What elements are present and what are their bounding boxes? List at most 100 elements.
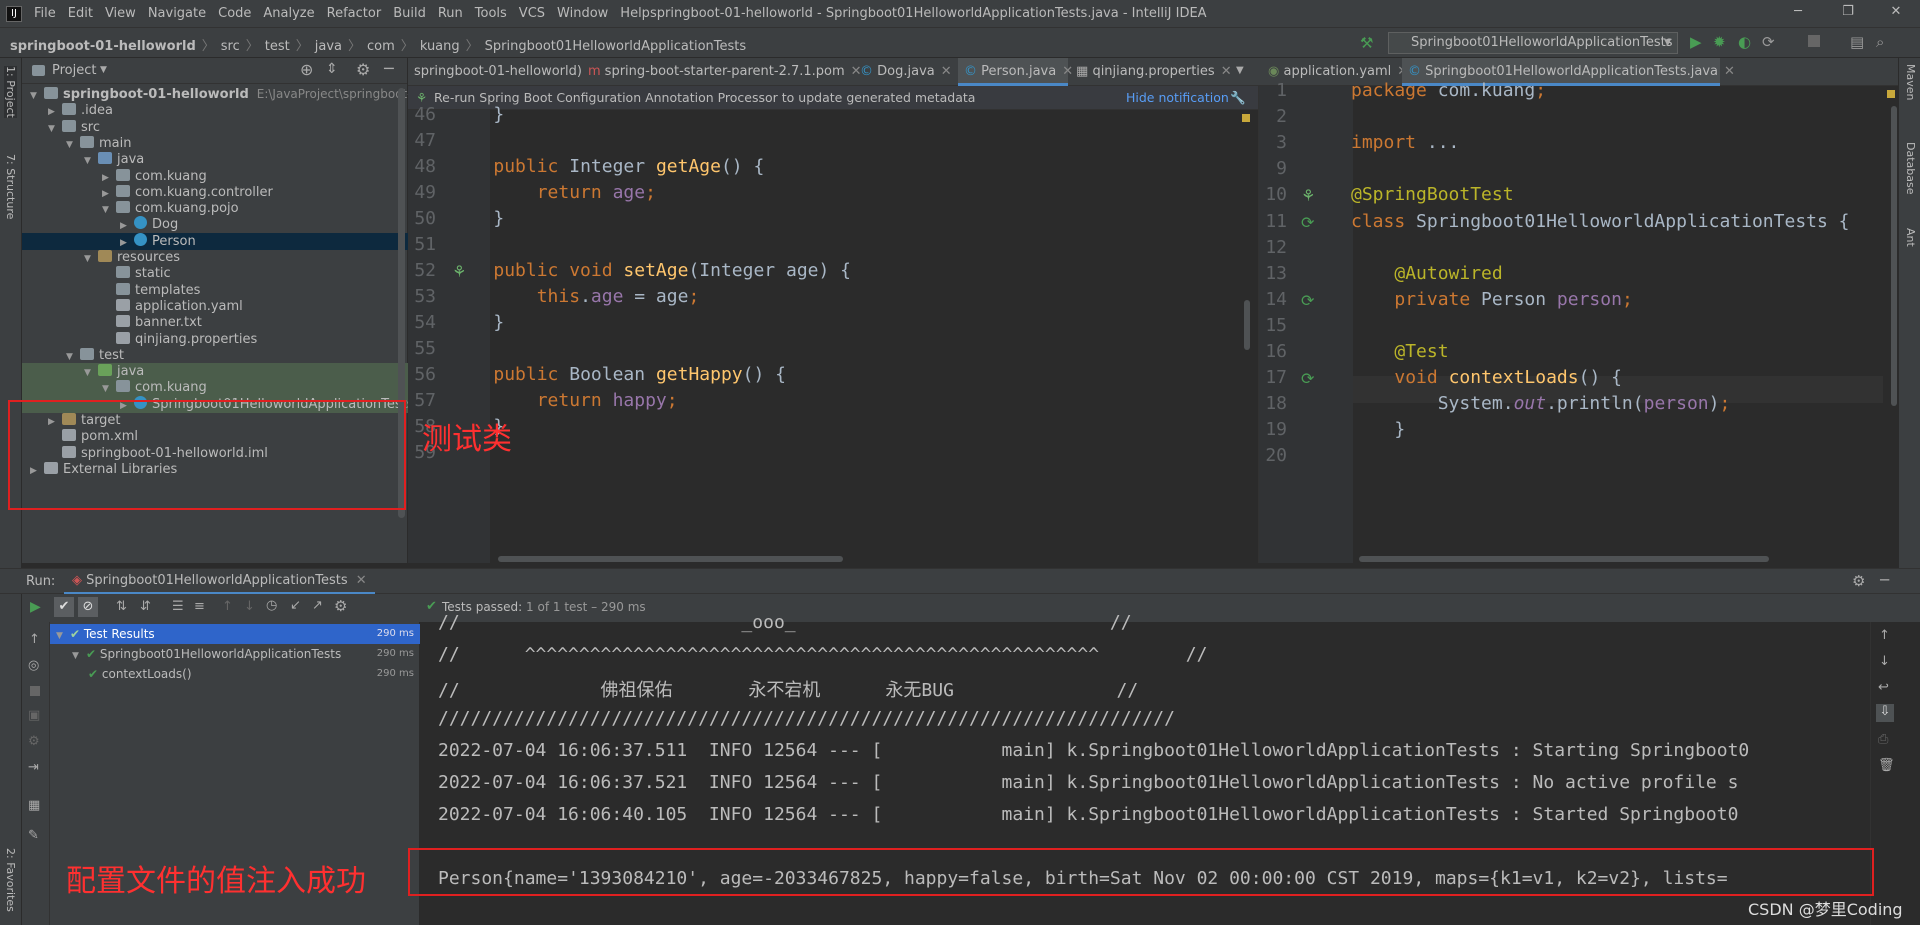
run-test-gutter-icon[interactable]: ⟳ bbox=[1301, 369, 1314, 388]
run-test-gutter-icon[interactable]: ⟳ bbox=[1301, 291, 1314, 310]
tab-dog[interactable]: © Dog.java ✕ bbox=[854, 58, 958, 86]
tab-helloworld[interactable]: springboot-01-helloworld) bbox=[408, 58, 582, 86]
tree-item[interactable]: ▼ src bbox=[22, 119, 408, 136]
tree-item[interactable]: ▼ com.kuang bbox=[22, 379, 408, 397]
tree-item[interactable]: ▶ Person bbox=[22, 232, 408, 250]
spring-bean-icon[interactable]: ⚘ bbox=[1301, 186, 1315, 205]
project-structure-icon[interactable]: ▤ bbox=[1850, 33, 1864, 51]
breadcrumb-item[interactable]: springboot-01-helloworld bbox=[10, 39, 196, 54]
close-window-button[interactable]: ✕ bbox=[1886, 4, 1906, 24]
tree-item[interactable]: ▼ test bbox=[22, 347, 408, 364]
menu-refactor[interactable]: Refactor bbox=[327, 6, 382, 21]
hide-panel-icon[interactable]: ─ bbox=[1880, 571, 1889, 589]
chevron-down-icon[interactable]: ▼ bbox=[1236, 65, 1244, 76]
tree-item[interactable]: ▼ com.kuang.pojo bbox=[22, 200, 408, 217]
search-everywhere-icon[interactable]: ⌕ bbox=[1876, 33, 1884, 51]
horizontal-scrollbar[interactable] bbox=[498, 556, 843, 562]
code-line[interactable]: public void setAge(Integer age) { bbox=[450, 260, 851, 281]
chevron-down-icon[interactable]: ▼ bbox=[56, 626, 70, 646]
project-view-select[interactable]: Project bbox=[52, 63, 96, 78]
sort-alpha-icon[interactable]: ⇅ bbox=[116, 599, 127, 614]
scroll-up-icon[interactable]: ↑ bbox=[1879, 628, 1890, 643]
close-icon[interactable]: ✕ bbox=[356, 573, 367, 588]
menu-edit[interactable]: Edit bbox=[68, 6, 93, 21]
scrollbar[interactable] bbox=[1891, 106, 1897, 406]
gear-icon[interactable]: ⚙ bbox=[334, 597, 347, 615]
structure-tool-button[interactable]: 7: Structure bbox=[4, 154, 17, 219]
breadcrumb-item[interactable]: java bbox=[315, 39, 342, 54]
camera-icon[interactable]: ▣ bbox=[28, 708, 40, 723]
code-line[interactable]: } bbox=[450, 104, 504, 125]
project-tool-button[interactable]: 1: Project bbox=[4, 66, 17, 118]
code-line[interactable]: public Integer getAge() { bbox=[450, 156, 764, 177]
tree-item[interactable]: ▼ java bbox=[22, 151, 408, 168]
breadcrumb-item[interactable]: com bbox=[367, 39, 395, 54]
collapse-all-icon[interactable]: ⇕ bbox=[326, 61, 338, 77]
tree-item[interactable]: templates bbox=[22, 282, 408, 299]
code-line[interactable]: public Boolean getHappy() { bbox=[450, 364, 786, 385]
minimize-button[interactable]: ─ bbox=[1788, 4, 1808, 24]
expand-all-icon[interactable]: ☰ bbox=[172, 599, 184, 614]
test-result-row[interactable]: ▼ ✔ Test Results 290 ms bbox=[50, 624, 420, 644]
code-line[interactable]: @Autowired bbox=[1351, 263, 1502, 284]
code-line[interactable]: @SpringBootTest bbox=[1351, 184, 1514, 205]
tree-item[interactable]: ▶ .idea bbox=[22, 102, 408, 119]
menu-run[interactable]: Run bbox=[438, 6, 463, 21]
wrench-icon[interactable]: 🔧 bbox=[1230, 86, 1246, 110]
code-line[interactable]: class Springboot01HelloworldApplicationT… bbox=[1351, 211, 1850, 232]
run-icon[interactable]: ▶ bbox=[1690, 33, 1702, 51]
debug-small-icon[interactable]: ◎ bbox=[28, 658, 39, 673]
menu-window[interactable]: Window bbox=[557, 6, 608, 21]
menu-file[interactable]: File bbox=[34, 6, 56, 21]
menu-code[interactable]: Code bbox=[218, 6, 251, 21]
scroll-down-icon[interactable]: ↓ bbox=[1879, 654, 1890, 669]
code-line[interactable]: @Test bbox=[1351, 341, 1448, 362]
tree-item[interactable]: banner.txt bbox=[22, 314, 408, 331]
spring-bean-icon[interactable]: ⚘ bbox=[452, 262, 466, 281]
breadcrumb-item[interactable]: kuang bbox=[420, 39, 460, 54]
import-tests-icon[interactable]: ↙ bbox=[290, 598, 301, 613]
maven-tool-button[interactable]: Maven bbox=[1904, 64, 1917, 100]
show-ignored-icon[interactable]: ⊘ bbox=[78, 597, 98, 617]
hide-notification-link[interactable]: Hide notification bbox=[1126, 86, 1229, 110]
profile-icon[interactable]: ⟳ bbox=[1762, 33, 1775, 51]
pin-tab-icon[interactable]: ✎ bbox=[28, 828, 39, 843]
trash-icon[interactable]: 🗑 bbox=[1878, 758, 1895, 773]
tree-item[interactable]: qinjiang.properties bbox=[22, 331, 408, 348]
pin-icon[interactable]: ↑ bbox=[29, 632, 40, 647]
show-passed-icon[interactable]: ✔ bbox=[54, 597, 74, 617]
tree-item[interactable]: ▼ main bbox=[22, 135, 408, 152]
rerun-icon[interactable]: ▶ bbox=[30, 599, 41, 615]
menu-help[interactable]: Help bbox=[620, 6, 650, 21]
code-line[interactable]: import ... bbox=[1351, 132, 1459, 153]
coverage-icon[interactable]: ◐ bbox=[1738, 33, 1751, 51]
maximize-button[interactable]: ❐ bbox=[1838, 4, 1858, 24]
ant-tool-button[interactable]: Ant bbox=[1904, 228, 1917, 247]
settings-small-icon[interactable]: ⚙ bbox=[28, 734, 40, 749]
scrollbar[interactable] bbox=[1244, 300, 1250, 350]
test-result-row[interactable]: ▼ ✔ Springboot01HelloworldApplicationTest… bbox=[50, 644, 420, 664]
tab-qinjiang[interactable]: ▦ qinjiang.properties ✕ bbox=[1070, 58, 1238, 86]
code-line[interactable]: this.age = age; bbox=[450, 286, 700, 307]
code-line[interactable]: private Person person; bbox=[1351, 289, 1632, 310]
layout-icon[interactable]: ▦ bbox=[28, 798, 40, 813]
horizontal-scrollbar[interactable] bbox=[1359, 556, 1769, 562]
stop-small-icon[interactable] bbox=[30, 686, 40, 696]
tree-item[interactable]: ▶ com.kuang.controller bbox=[22, 184, 408, 201]
close-icon[interactable]: ✕ bbox=[941, 64, 952, 79]
tree-item[interactable]: application.yaml bbox=[22, 298, 408, 315]
history-icon[interactable]: ◷ bbox=[266, 598, 277, 613]
tree-item[interactable]: static bbox=[22, 265, 408, 282]
hide-panel-icon[interactable]: ─ bbox=[384, 59, 394, 78]
up-icon[interactable]: ↑ bbox=[222, 599, 233, 614]
tree-item[interactable]: ▶ com.kuang bbox=[22, 168, 408, 185]
favorites-tool-button[interactable]: 2: Favorites bbox=[4, 848, 17, 912]
exit-icon[interactable]: ⇥ bbox=[28, 760, 39, 775]
locate-icon[interactable]: ⊕ bbox=[300, 60, 313, 79]
run-test-gutter-icon[interactable]: ⟳ bbox=[1301, 213, 1314, 232]
run-config-select[interactable]: Springboot01HelloworldApplicationTests ▼ bbox=[1388, 32, 1678, 54]
tree-item[interactable]: ▼ resources bbox=[22, 249, 408, 266]
code-line[interactable]: return happy; bbox=[450, 390, 678, 411]
menu-navigate[interactable]: Navigate bbox=[148, 6, 206, 21]
tree-item[interactable]: ▼ springboot-01-helloworld E:\JavaProject\… bbox=[22, 86, 439, 103]
